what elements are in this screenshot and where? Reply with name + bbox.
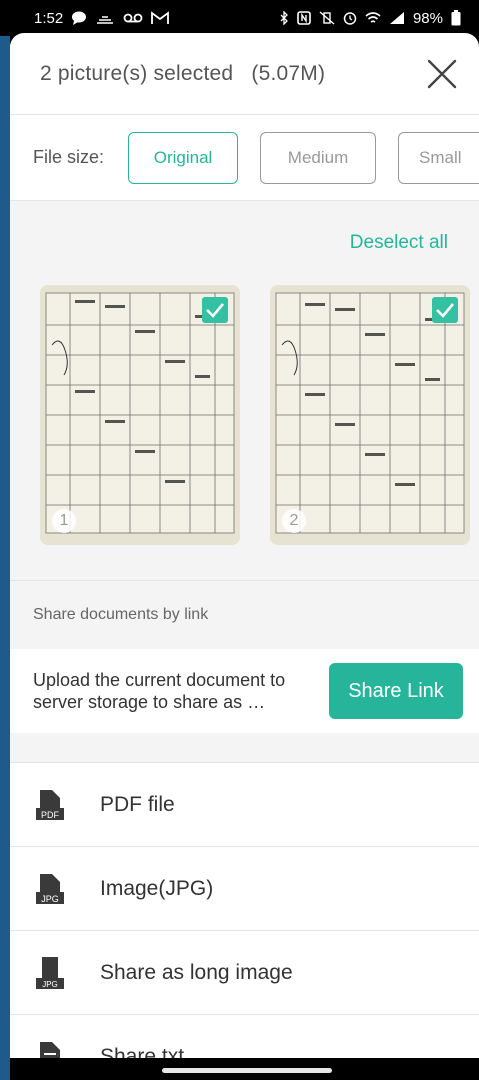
share-link-section: Share documents by link Upload the curre… — [10, 581, 479, 733]
share-pdf-file-item[interactable]: PDF PDF file — [10, 763, 479, 847]
share-txt-item[interactable]: Share txt — [10, 1015, 479, 1058]
document-photo — [40, 285, 240, 545]
wifi-calling-icon — [97, 16, 114, 24]
jpg-file-icon: JPG — [34, 872, 66, 906]
image-jpg-label: Image(JPG) — [100, 876, 214, 900]
gmail-icon — [151, 11, 170, 24]
size-small-button[interactable]: Small — [398, 131, 479, 184]
status-bar: 1:52 98% — [0, 0, 479, 36]
alarm-icon — [343, 12, 357, 25]
txt-file-icon — [34, 1040, 66, 1058]
selected-checkbox-icon[interactable] — [432, 297, 458, 323]
voicemail-icon — [123, 13, 143, 23]
left-edge-strip — [0, 0, 10, 1080]
mute-vibrate-icon — [319, 11, 335, 25]
deselect-all-link[interactable]: Deselect all — [350, 232, 448, 254]
picture-number: 2 — [282, 509, 306, 533]
picture-number: 1 — [52, 509, 76, 533]
size-medium-button[interactable]: Medium — [260, 131, 377, 184]
selected-checkbox-icon[interactable] — [202, 297, 228, 323]
share-link-button[interactable]: Share Link — [329, 663, 463, 719]
bluetooth-icon — [280, 11, 288, 25]
file-size-label: File size: — [33, 147, 105, 167]
share-image-jpg-item[interactable]: JPG Image(JPG) — [10, 847, 479, 931]
close-icon[interactable] — [425, 57, 459, 91]
share-link-heading: Share documents by link — [33, 606, 209, 623]
signal-icon — [389, 12, 404, 24]
file-size-row: File size: Original Medium Small — [10, 115, 479, 201]
pdf-file-label: PDF file — [100, 792, 175, 816]
size-original-button[interactable]: Original — [128, 131, 239, 184]
long-image-icon: JPG — [34, 956, 66, 990]
home-gesture-bar[interactable] — [162, 1068, 332, 1073]
picture-gallery: Deselect all 1 2 — [10, 201, 479, 581]
picture-thumbnail-1[interactable]: 1 — [40, 285, 240, 545]
sheet-header: 2 picture(s) selected (5.07M) — [10, 33, 479, 115]
jpg-tag: JPG — [41, 894, 59, 904]
long-image-label: Share as long image — [100, 960, 293, 984]
chat-bubble-icon — [72, 11, 87, 25]
pdf-tag: PDF — [41, 810, 60, 820]
share-link-description: Upload the current document to server st… — [33, 670, 286, 712]
battery-percent: 98% — [412, 9, 443, 27]
share-long-image-item[interactable]: JPG Share as long image — [10, 931, 479, 1015]
share-txt-label: Share txt — [100, 1044, 185, 1059]
section-gap — [10, 733, 479, 763]
picture-thumbnail-2[interactable]: 2 — [270, 285, 470, 545]
share-sheet: 2 picture(s) selected (5.07M) File size:… — [10, 33, 479, 1058]
document-photo — [270, 285, 470, 545]
pdf-file-icon: PDF — [34, 788, 66, 822]
navigation-bar — [10, 1058, 479, 1080]
selection-title: 2 picture(s) selected (5.07M) — [40, 61, 326, 85]
long-image-tag: JPG — [42, 980, 58, 989]
share-link-box: Upload the current document to server st… — [10, 649, 479, 733]
status-time: 1:52 — [34, 9, 64, 27]
battery-icon — [451, 10, 461, 26]
wifi-icon — [365, 12, 381, 23]
nfc-icon — [297, 11, 311, 25]
